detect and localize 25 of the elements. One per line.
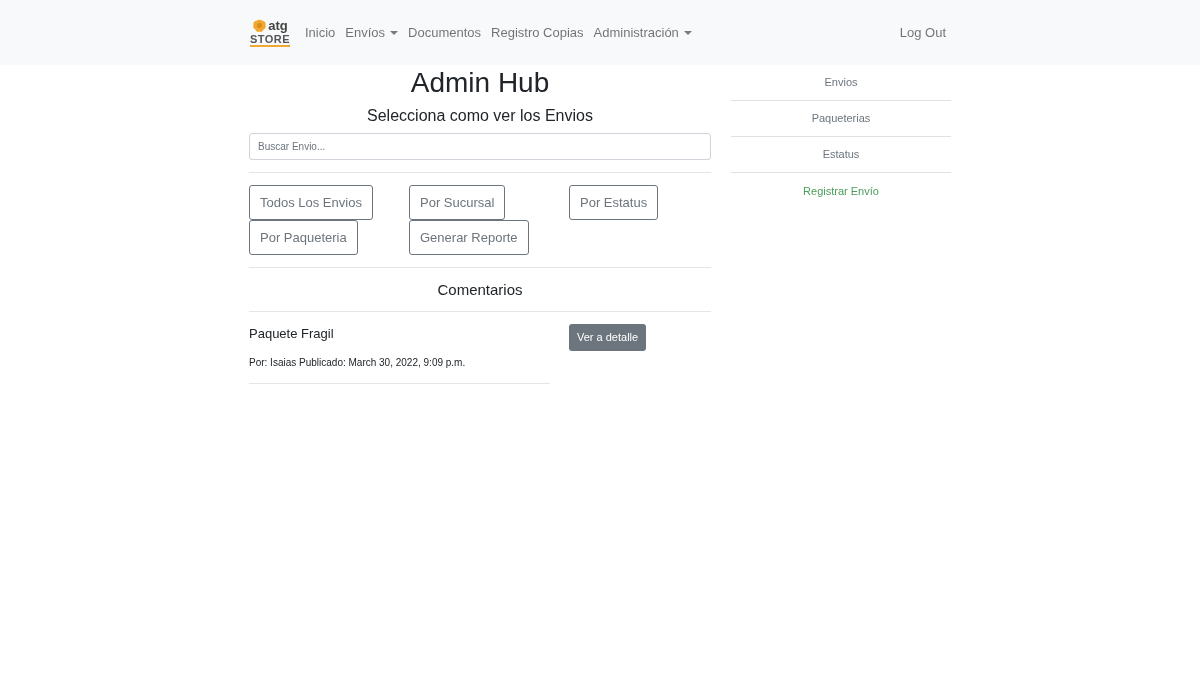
filter-button[interactable]: Por Sucursal bbox=[409, 185, 506, 220]
logout-link[interactable]: Log Out bbox=[899, 22, 946, 43]
page-title: Admin Hub bbox=[409, 66, 551, 100]
logo-text: STORE bbox=[249, 32, 291, 47]
filter-button[interactable]: Por Estatus bbox=[569, 185, 659, 220]
filter-button[interactable]: Todos Los Envios bbox=[249, 185, 373, 220]
section-subtitle: Selecciona como ver los Envios bbox=[366, 106, 594, 126]
search-field[interactable]: Buscar Envio... bbox=[249, 133, 711, 160]
logo-icon bbox=[252, 18, 268, 33]
filter-button[interactable]: Por Paqueteria bbox=[249, 220, 358, 255]
nav-link[interactable]: Administración bbox=[593, 22, 692, 43]
sidebar-link[interactable]: Envios bbox=[731, 65, 951, 101]
logo-text: atg bbox=[268, 18, 288, 33]
sidebar-link[interactable]: Registrar Envío bbox=[731, 173, 951, 209]
filter-button[interactable]: Generar Reporte bbox=[409, 220, 529, 255]
nav-link[interactable]: Documentos bbox=[408, 22, 482, 43]
comment-title: Paquete Fragil bbox=[249, 325, 335, 343]
nav-link[interactable]: Registro Copias bbox=[491, 22, 584, 43]
detail-button[interactable]: Ver a detalle bbox=[569, 324, 647, 351]
nav-link[interactable]: Envíos bbox=[345, 22, 399, 43]
comment-meta: Por: Isaias Publicado: March 30, 2022, 9:09 p.m. bbox=[249, 356, 467, 370]
nav-link[interactable]: Inicio bbox=[305, 22, 336, 43]
sidebar-link[interactable]: Estatus bbox=[731, 137, 951, 173]
sidebar-link[interactable]: Paqueterias bbox=[731, 101, 951, 137]
section-title: Comentarios bbox=[436, 280, 524, 300]
